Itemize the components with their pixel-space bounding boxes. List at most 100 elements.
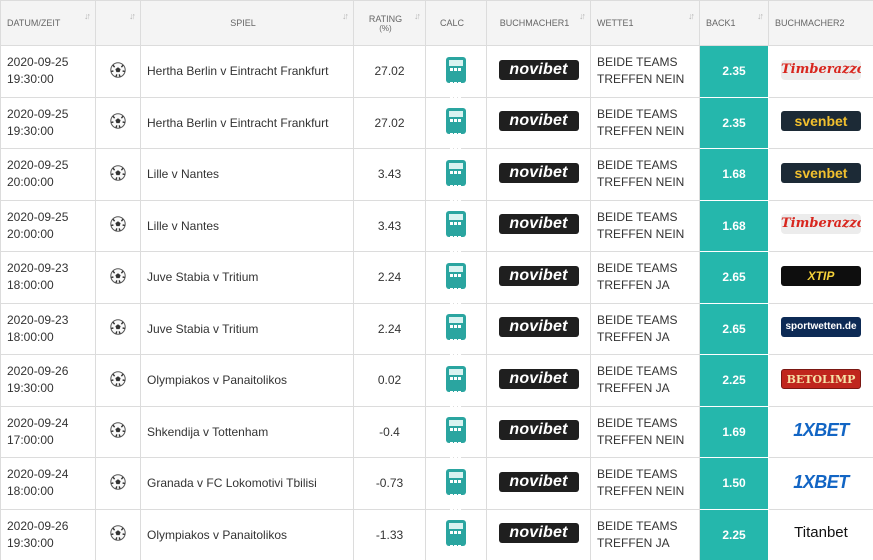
header-sport[interactable]: ↓↑: [95, 0, 141, 46]
novibet-logo[interactable]: novibet: [498, 162, 579, 183]
titanbet-logo[interactable]: Titanbet: [781, 523, 861, 543]
match-date: 2020-09-25: [7, 106, 69, 121]
back-odds-cell[interactable]: 2.25: [699, 354, 769, 407]
bet-line1: BEIDE TEAMS: [597, 312, 678, 327]
sort-icon[interactable]: ↓↑: [129, 11, 136, 21]
onexbet-logo[interactable]: 1XBET: [781, 472, 861, 492]
back-odds-cell[interactable]: 2.35: [699, 96, 769, 149]
timberazzo-logo[interactable]: Timberazzo.com: [781, 59, 861, 80]
timberazzo-logo[interactable]: Timberazzo.com: [781, 214, 861, 235]
header-buchmacher2-label: BUCHMACHER2: [775, 18, 845, 28]
match-name[interactable]: Juve Stabia v Tritium: [147, 322, 258, 336]
header-buchmacher1[interactable]: BUCHMACHER1 ↓↑: [486, 0, 591, 46]
header-spiel[interactable]: SPIEL ↓↑: [140, 0, 354, 46]
calculator-icon[interactable]: [446, 159, 466, 216]
match-date: 2020-09-23: [7, 312, 69, 327]
calculator-icon[interactable]: [446, 365, 466, 422]
match-cell[interactable]: Hertha Berlin v Eintracht Frankfurt: [140, 96, 354, 149]
header-wette[interactable]: WETTE1 ↓↑: [590, 0, 700, 46]
soccer-ball-icon: [110, 268, 126, 284]
match-time: 20:00:00: [7, 226, 54, 241]
match-name[interactable]: Lille v Nantes: [147, 219, 219, 233]
back-odds-cell[interactable]: 2.25: [699, 508, 769, 560]
match-cell[interactable]: Hertha Berlin v Eintracht Frankfurt: [140, 45, 354, 98]
match-name[interactable]: Granada v FC Lokomotivi Tbilisi: [147, 476, 317, 490]
rating-value: -1.33: [375, 527, 404, 542]
novibet-logo[interactable]: novibet: [498, 471, 579, 492]
match-cell[interactable]: Shkendija v Tottenham: [140, 405, 354, 458]
calculator-icon[interactable]: [446, 262, 466, 319]
match-cell[interactable]: Juve Stabia v Tritium: [140, 251, 354, 304]
betolimp-logo[interactable]: BETOLIMP: [781, 368, 861, 389]
header-back[interactable]: BACK1 ↓↑: [699, 0, 769, 46]
back-odds-cell[interactable]: 2.35: [699, 45, 769, 98]
bet-cell: BEIDE TEAMS TREFFEN JA: [590, 302, 700, 355]
match-name[interactable]: Hertha Berlin v Eintracht Frankfurt: [147, 116, 328, 130]
back-odds-value: 2.35: [722, 64, 746, 79]
match-name[interactable]: Juve Stabia v Tritium: [147, 270, 258, 284]
sportwetten-logo[interactable]: sportwetten.de: [781, 317, 861, 338]
svenbet-logo[interactable]: svenbet: [781, 162, 861, 183]
match-name[interactable]: Olympiakos v Panaitolikos: [147, 373, 287, 387]
header-rating[interactable]: RATING (%) ↓↑: [353, 0, 426, 46]
rating-value: 0.02: [377, 373, 402, 388]
svenbet-logo[interactable]: svenbet: [781, 111, 861, 132]
calculator-icon[interactable]: [446, 56, 466, 113]
match-cell[interactable]: Olympiakos v Panaitolikos: [140, 354, 354, 407]
xtip-logo[interactable]: XTIP: [781, 265, 861, 286]
soccer-ball-icon: [110, 62, 126, 78]
match-name[interactable]: Hertha Berlin v Eintracht Frankfurt: [147, 64, 328, 78]
onexbet-logo[interactable]: 1XBET: [781, 420, 861, 440]
back-odds-cell[interactable]: 1.69: [699, 405, 769, 458]
bookmaker2-cell: Timberazzo.com: [768, 199, 873, 252]
calculator-icon[interactable]: [446, 520, 466, 560]
back-odds-cell[interactable]: 1.68: [699, 148, 769, 201]
sort-icon[interactable]: ↓↑: [84, 11, 91, 21]
sort-icon[interactable]: ↓↑: [688, 11, 695, 21]
back-odds-cell[interactable]: 1.68: [699, 199, 769, 252]
rating-value: 3.43: [377, 218, 402, 233]
novibet-logo[interactable]: novibet: [498, 523, 579, 544]
match-cell[interactable]: Olympiakos v Panaitolikos: [140, 508, 354, 560]
calculator-icon[interactable]: [446, 108, 466, 165]
sort-icon[interactable]: ↓↑: [414, 11, 421, 21]
match-name[interactable]: Lille v Nantes: [147, 167, 219, 181]
back-odds-cell[interactable]: 2.65: [699, 302, 769, 355]
match-cell[interactable]: Juve Stabia v Tritium: [140, 302, 354, 355]
novibet-logo[interactable]: novibet: [498, 214, 579, 235]
sort-icon[interactable]: ↓↑: [757, 11, 764, 21]
calculator-icon[interactable]: [446, 417, 466, 474]
bet-line1: BEIDE TEAMS: [597, 209, 678, 224]
match-cell[interactable]: Lille v Nantes: [140, 148, 354, 201]
match-cell[interactable]: Lille v Nantes: [140, 199, 354, 252]
match-name[interactable]: Olympiakos v Panaitolikos: [147, 528, 287, 542]
back-odds-cell[interactable]: 2.65: [699, 251, 769, 304]
table-row: 2020-09-24 17:00:00 Shkendija v Tottenha…: [0, 405, 873, 474]
novibet-logo[interactable]: novibet: [498, 368, 579, 389]
sport-cell: [95, 457, 141, 510]
novibet-logo[interactable]: novibet: [498, 420, 579, 441]
header-rating-label: RATING: [368, 13, 403, 24]
match-date: 2020-09-25: [7, 158, 69, 173]
rating-cell: 27.02: [353, 96, 426, 149]
match-name[interactable]: Shkendija v Tottenham: [147, 425, 268, 439]
novibet-logo[interactable]: novibet: [498, 59, 579, 80]
novibet-logo[interactable]: novibet: [498, 111, 579, 132]
calculator-icon[interactable]: [446, 468, 466, 525]
bet-line2: TREFFEN NEIN: [597, 484, 685, 499]
bookmaker2-cell: 1XBET: [768, 457, 873, 510]
back-odds-cell[interactable]: 1.50: [699, 457, 769, 510]
novibet-logo[interactable]: novibet: [498, 265, 579, 286]
calculator-icon[interactable]: [446, 314, 466, 371]
header-buchmacher2[interactable]: BUCHMACHER2: [768, 0, 873, 46]
bookmaker1-cell: novibet: [486, 45, 591, 98]
back-odds-value: 1.50: [722, 476, 746, 491]
sport-cell: [95, 45, 141, 98]
sort-icon[interactable]: ↓↑: [579, 11, 586, 21]
novibet-logo[interactable]: novibet: [498, 317, 579, 338]
match-cell[interactable]: Granada v FC Lokomotivi Tbilisi: [140, 457, 354, 510]
sort-icon[interactable]: ↓↑: [342, 11, 349, 21]
header-datum[interactable]: DATUM/ZEIT ↓↑: [0, 0, 96, 46]
calculator-icon[interactable]: [446, 211, 466, 268]
sport-cell: [95, 302, 141, 355]
